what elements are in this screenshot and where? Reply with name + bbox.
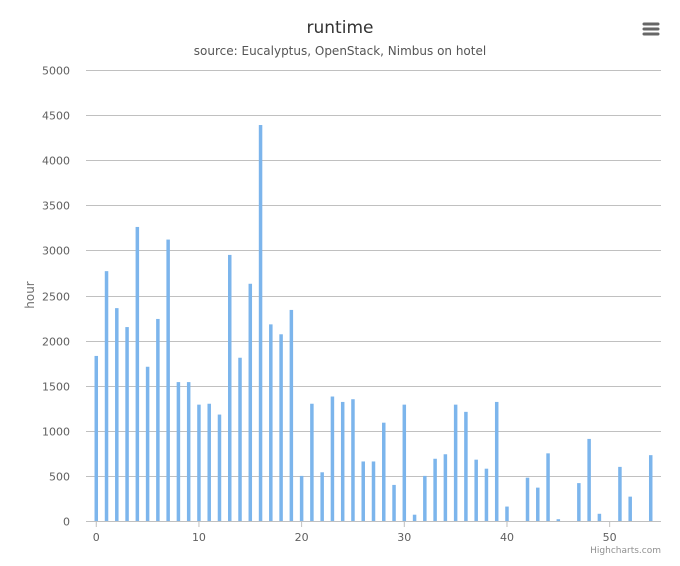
bar[interactable]: [176, 382, 181, 521]
bar[interactable]: [289, 309, 294, 521]
chart-subtitle: source: Eucalyptus, OpenStack, Nimbus on…: [194, 44, 486, 58]
bar[interactable]: [310, 403, 314, 521]
gridlines: [86, 70, 661, 522]
bar[interactable]: [453, 404, 458, 521]
y-tick-label: 5000: [42, 65, 70, 78]
credits-link[interactable]: Highcharts.com: [590, 546, 661, 556]
bar[interactable]: [587, 438, 591, 521]
chart: runtime source: Eucalyptus, OpenStack, N…: [23, 18, 666, 556]
bar[interactable]: [269, 324, 273, 521]
bar[interactable]: [125, 327, 129, 521]
y-axis-title: hour: [23, 281, 37, 309]
bar[interactable]: [423, 475, 427, 521]
bar[interactable]: [628, 496, 632, 521]
bar[interactable]: [166, 239, 170, 522]
y-tick-label: 4000: [42, 155, 70, 168]
bar-series: [94, 125, 653, 522]
hamburger-menu-icon[interactable]: [636, 18, 666, 42]
bar[interactable]: [546, 453, 550, 521]
x-tick-label: 10: [192, 531, 206, 544]
y-tick-label: 1500: [42, 381, 70, 394]
bar[interactable]: [464, 411, 468, 521]
bar[interactable]: [443, 454, 448, 521]
bar[interactable]: [577, 483, 581, 521]
bar[interactable]: [238, 357, 242, 521]
bar[interactable]: [618, 466, 622, 521]
x-tick-label: 20: [295, 531, 309, 544]
bar[interactable]: [320, 472, 324, 521]
bar[interactable]: [402, 404, 407, 521]
bar[interactable]: [648, 455, 653, 521]
y-tick-label: 3500: [42, 200, 70, 213]
bar[interactable]: [104, 271, 109, 521]
x-axis-ticks: 0 10 20 30 40 50: [93, 521, 617, 544]
x-tick-label: 0: [93, 531, 100, 544]
bar[interactable]: [340, 401, 345, 521]
bar[interactable]: [156, 318, 160, 521]
bar[interactable]: [228, 254, 232, 521]
y-tick-label: 1000: [42, 426, 70, 439]
y-tick-label: 2500: [42, 291, 70, 304]
bar[interactable]: [94, 355, 99, 521]
bar[interactable]: [197, 404, 201, 521]
y-tick-label: 0: [63, 516, 70, 529]
x-tick-label: 50: [603, 531, 617, 544]
y-tick-label: 3000: [42, 245, 70, 258]
bar[interactable]: [330, 396, 335, 521]
bar[interactable]: [525, 477, 530, 521]
bar[interactable]: [258, 125, 263, 521]
bar[interactable]: [597, 513, 602, 521]
bar[interactable]: [279, 334, 283, 521]
bar[interactable]: [433, 458, 437, 521]
x-tick-label: 40: [500, 531, 514, 544]
bar[interactable]: [382, 422, 386, 521]
bar[interactable]: [412, 514, 417, 521]
y-axis-ticks: 0 500 1000 1500 2000 2500 3000 3500 4000 4500 5000: [42, 65, 70, 529]
y-tick-label: 2000: [42, 336, 70, 349]
bar[interactable]: [145, 366, 150, 521]
bar[interactable]: [217, 414, 222, 521]
bar[interactable]: [115, 308, 119, 521]
x-tick-label: 30: [397, 531, 411, 544]
bar[interactable]: [474, 459, 478, 521]
bar[interactable]: [371, 461, 376, 521]
bar[interactable]: [207, 403, 211, 521]
bar[interactable]: [351, 399, 355, 521]
bar[interactable]: [186, 382, 191, 521]
bar[interactable]: [392, 484, 396, 521]
bar[interactable]: [494, 401, 499, 521]
bar[interactable]: [299, 475, 304, 521]
bar[interactable]: [556, 519, 561, 521]
y-tick-label: 4500: [42, 110, 70, 123]
chart-title: runtime: [307, 18, 374, 38]
bar[interactable]: [135, 226, 140, 521]
bar[interactable]: [361, 461, 365, 521]
bar[interactable]: [248, 283, 253, 521]
bar[interactable]: [484, 468, 489, 521]
bar[interactable]: [505, 506, 509, 521]
bar[interactable]: [536, 487, 540, 521]
y-tick-label: 500: [49, 471, 70, 484]
